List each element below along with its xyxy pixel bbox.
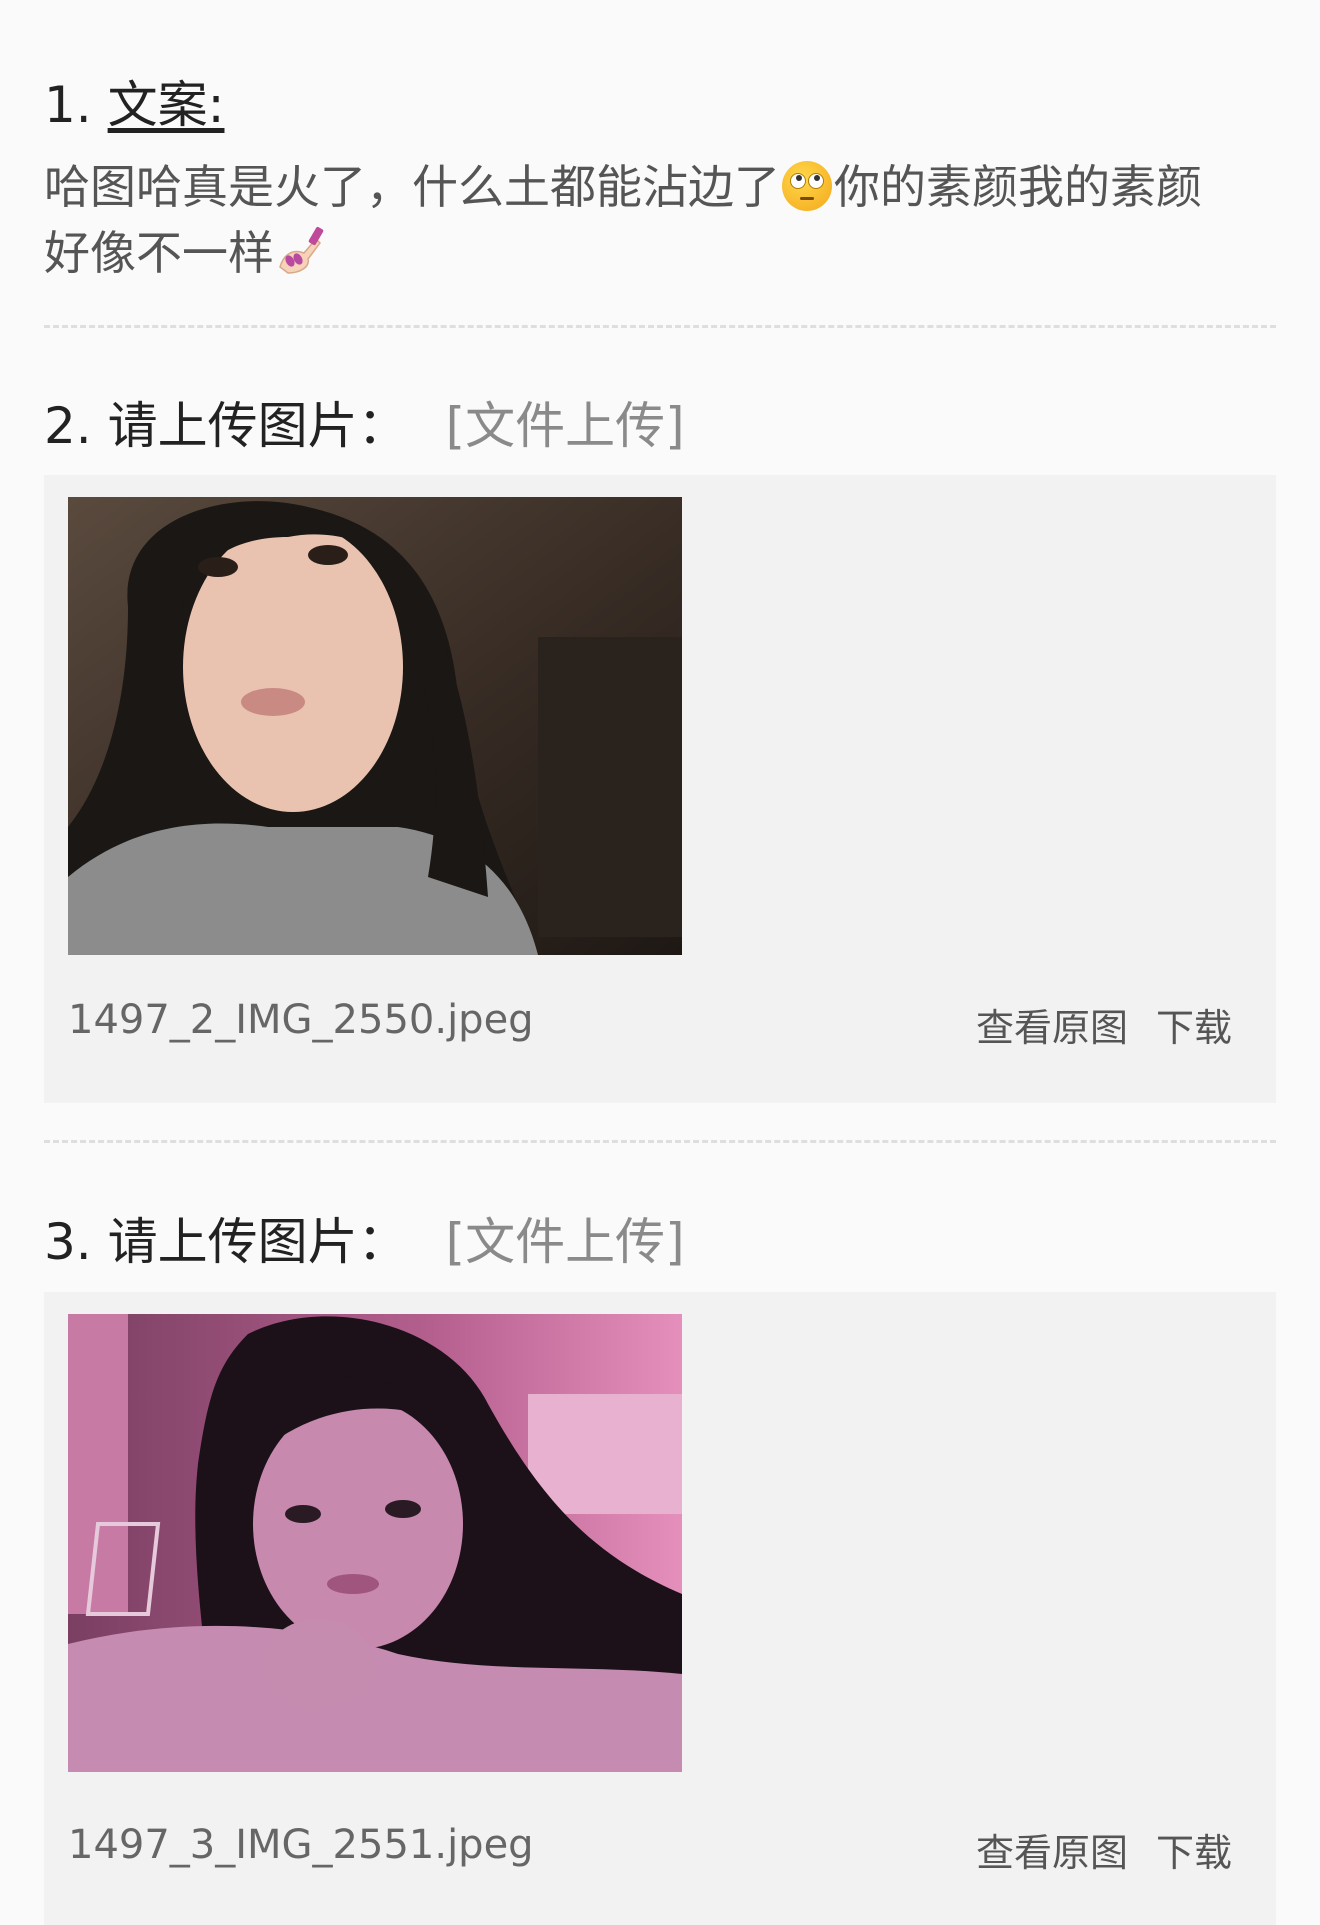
download-button[interactable]: 下载 (1156, 1006, 1232, 1050)
answer-text-part-2: 都能沾边了 (550, 160, 780, 214)
upload-card-1: 1497_2_IMG_2550.jpeg 查看原图 下载 (44, 475, 1276, 1103)
nail-polish-emoji-icon (279, 226, 324, 274)
question-3-number: 3. (44, 1213, 92, 1271)
view-original-button[interactable]: 查看原图 (976, 1006, 1128, 1050)
question-1-title: 1. 文案: (44, 74, 1276, 136)
answer-text-part-3: 你的素颜我的素颜 (834, 160, 1202, 214)
file-name: 1497_3_IMG_2551.jpeg (68, 1822, 534, 1868)
question-2-title: 2. 请上传图片： [文件上传] (44, 395, 685, 457)
file-actions: 查看原图 下载 (948, 997, 1232, 1052)
file-name: 1497_2_IMG_2550.jpeg (68, 997, 534, 1043)
eye-roll-emoji-icon (782, 161, 832, 211)
section-divider (44, 325, 1276, 328)
uploaded-photo-2[interactable] (68, 1314, 682, 1772)
section-divider (44, 1140, 1276, 1143)
file-upload-tag: [文件上传] (445, 1213, 685, 1271)
download-button[interactable]: 下载 (1156, 1831, 1232, 1875)
file-actions: 查看原图 下载 (948, 1822, 1232, 1877)
file-upload-tag: [文件上传] (445, 397, 685, 455)
upload-card-2: 1497_3_IMG_2551.jpeg 查看原图 下载 (44, 1292, 1276, 1925)
answer-text-part-4: 好像不一样 (44, 226, 274, 280)
view-original-button[interactable]: 查看原图 (976, 1831, 1128, 1875)
question-1-label: 文案: (107, 76, 225, 134)
question-1: 1. 文案: 哈图哈真是火了，什么土都能沾边了 你的素颜我的素颜 好像不一样 (44, 74, 1276, 286)
question-3-title: 3. 请上传图片： [文件上传] (44, 1211, 685, 1273)
question-1-number: 1. (44, 76, 92, 134)
answer-text-part-1: 哈图哈真是火了，什么土 (44, 160, 550, 214)
question-3-label: 请上传图片： (107, 1213, 408, 1271)
question-2-label: 请上传图片： (107, 397, 408, 455)
question-1-answer: 哈图哈真是火了，什么土都能沾边了 你的素颜我的素颜 好像不一样 (44, 154, 1276, 286)
uploaded-photo-1[interactable] (68, 497, 682, 955)
question-2-number: 2. (44, 397, 92, 455)
